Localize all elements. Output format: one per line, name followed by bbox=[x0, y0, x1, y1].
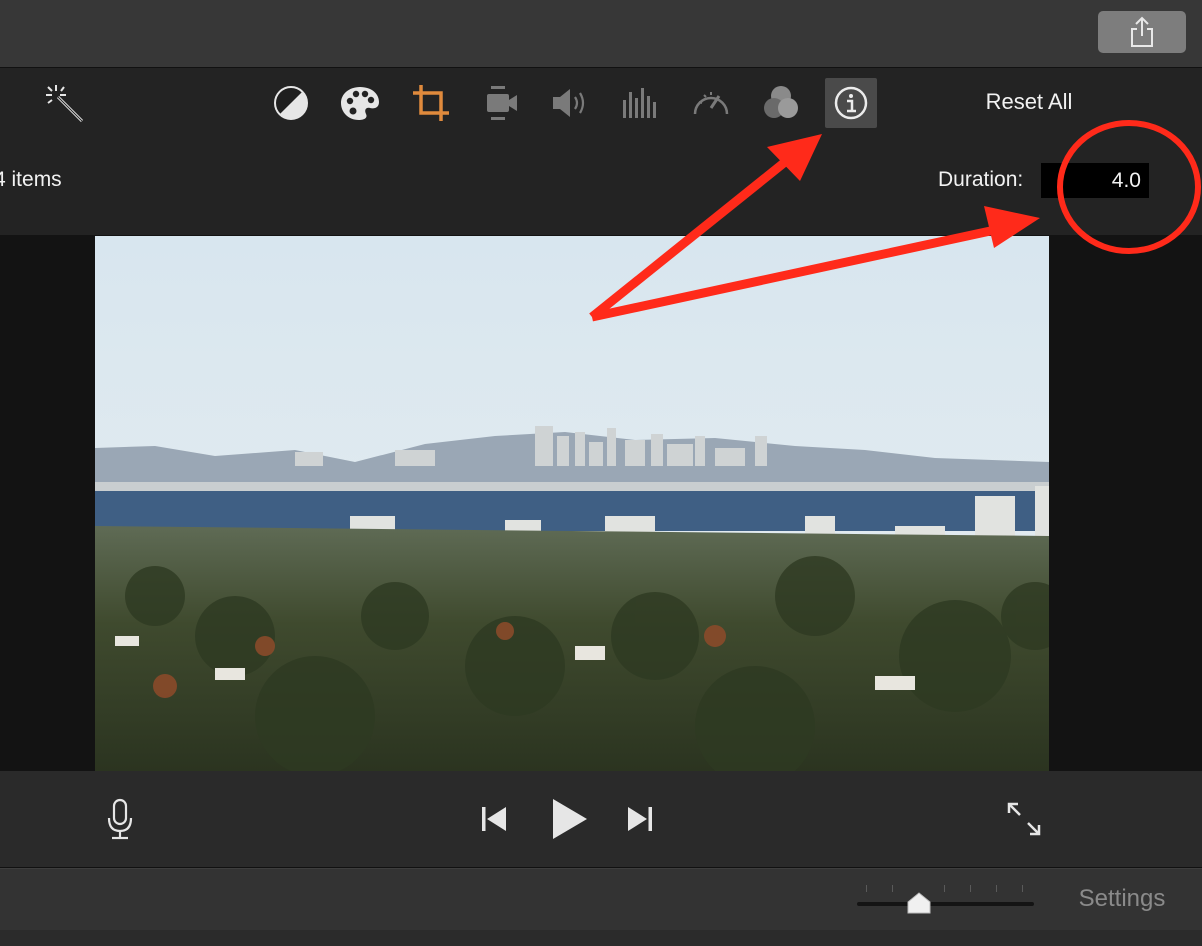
fullscreen-button[interactable] bbox=[1002, 797, 1046, 841]
equalizer-button[interactable] bbox=[614, 78, 666, 128]
color-balance-icon bbox=[274, 86, 308, 120]
equalizer-icon bbox=[623, 88, 656, 118]
speed-button[interactable] bbox=[685, 78, 737, 128]
timeline-strip bbox=[0, 930, 1202, 946]
duration-label: Duration: bbox=[938, 168, 1024, 191]
microphone-icon bbox=[107, 798, 133, 840]
volume-icon bbox=[553, 89, 585, 117]
zoom-slider[interactable] bbox=[857, 902, 1034, 906]
zoom-tick bbox=[892, 885, 893, 892]
duration-field[interactable]: 4.0 bbox=[1041, 163, 1149, 198]
settings-button[interactable]: Settings bbox=[1062, 884, 1182, 914]
speed-icon bbox=[693, 92, 729, 115]
zoom-tick bbox=[996, 885, 997, 892]
play-icon bbox=[553, 799, 587, 839]
info-icon bbox=[834, 86, 868, 120]
color-correction-button[interactable] bbox=[334, 78, 386, 128]
skip-back-icon bbox=[482, 807, 506, 831]
color-correction-palette-icon bbox=[341, 87, 379, 120]
volume-button[interactable] bbox=[544, 78, 596, 128]
zoom-tick bbox=[944, 885, 945, 892]
skip-forward-icon bbox=[628, 807, 652, 831]
zoom-tick bbox=[970, 885, 971, 892]
zoom-tick bbox=[866, 885, 867, 892]
magic-wand-button[interactable] bbox=[40, 78, 92, 128]
reset-all-button[interactable]: Reset All bbox=[964, 88, 1094, 116]
color-balance-button[interactable] bbox=[265, 78, 317, 128]
clip-filter-button[interactable] bbox=[755, 78, 807, 128]
info-button[interactable] bbox=[825, 78, 877, 128]
share-button[interactable] bbox=[1098, 11, 1186, 53]
skip-back-button[interactable] bbox=[474, 799, 514, 839]
title-bar bbox=[0, 0, 1202, 68]
crop-button[interactable] bbox=[405, 78, 457, 128]
viewer-photo bbox=[95, 236, 1049, 771]
zoom-tick bbox=[1022, 885, 1023, 892]
voiceover-button[interactable] bbox=[100, 795, 140, 843]
zoom-slider-thumb[interactable] bbox=[906, 891, 932, 915]
stabilization-camera-icon bbox=[487, 86, 517, 120]
skip-forward-button[interactable] bbox=[620, 799, 660, 839]
share-icon bbox=[1131, 16, 1153, 47]
selected-items-count: 4 items bbox=[0, 168, 62, 191]
timeline-header-bar bbox=[0, 868, 1202, 931]
clip-filter-icon bbox=[764, 86, 798, 118]
magic-wand-icon bbox=[46, 85, 84, 123]
stabilization-button[interactable] bbox=[475, 78, 527, 128]
fullscreen-icon bbox=[1007, 802, 1041, 836]
crop-icon bbox=[413, 85, 449, 121]
play-button[interactable] bbox=[544, 794, 594, 844]
